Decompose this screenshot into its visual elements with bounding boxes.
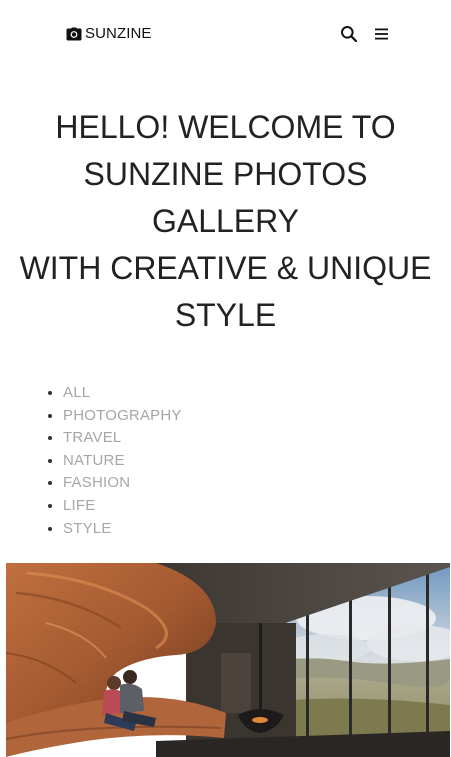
category-link-all[interactable]: ALL xyxy=(63,384,90,401)
menu-button[interactable] xyxy=(373,25,391,43)
category-item: TRAVEL xyxy=(63,427,182,450)
category-link-photography[interactable]: PHOTOGRAPHY xyxy=(63,407,182,424)
hero-line-2: SUNZINE PHOTOS xyxy=(83,156,368,192)
category-item: ALL xyxy=(63,382,182,405)
search-icon xyxy=(340,25,358,43)
brand-logo-link[interactable]: SUNZINE xyxy=(66,25,152,43)
category-item: FASHION xyxy=(63,472,182,495)
hero-heading: HELLO! WELCOME TO SUNZINE PHOTOS GALLERY… xyxy=(0,104,451,339)
category-filter-list: ALL PHOTOGRAPHY TRAVEL NATURE FASHION LI… xyxy=(0,382,182,540)
hero-line-1: HELLO! WELCOME TO xyxy=(55,109,396,145)
category-item: PHOTOGRAPHY xyxy=(63,405,182,428)
search-button[interactable] xyxy=(340,25,358,43)
category-link-fashion[interactable]: FASHION xyxy=(63,474,130,491)
gallery-photo-image xyxy=(6,563,450,757)
gallery-photo[interactable] xyxy=(6,563,450,757)
category-link-nature[interactable]: NATURE xyxy=(63,452,125,469)
site-header: SUNZINE xyxy=(0,0,451,68)
brand-name: SUNZINE xyxy=(85,25,152,42)
category-item: LIFE xyxy=(63,495,182,518)
page: SUNZINE HELLO! WELCOME TO SUNZINE PHOTOS… xyxy=(0,0,451,757)
hamburger-menu-icon xyxy=(373,25,391,43)
category-link-life[interactable]: LIFE xyxy=(63,497,95,514)
hero-line-5: STYLE xyxy=(174,297,277,333)
category-link-travel[interactable]: TRAVEL xyxy=(63,429,121,446)
hero-line-4: WITH CREATIVE & UNIQUE xyxy=(19,250,432,286)
category-link-style[interactable]: STYLE xyxy=(63,520,112,537)
camera-icon xyxy=(66,27,82,41)
hero-line-3: GALLERY xyxy=(151,203,300,239)
category-item: STYLE xyxy=(63,518,182,541)
category-item: NATURE xyxy=(63,450,182,473)
